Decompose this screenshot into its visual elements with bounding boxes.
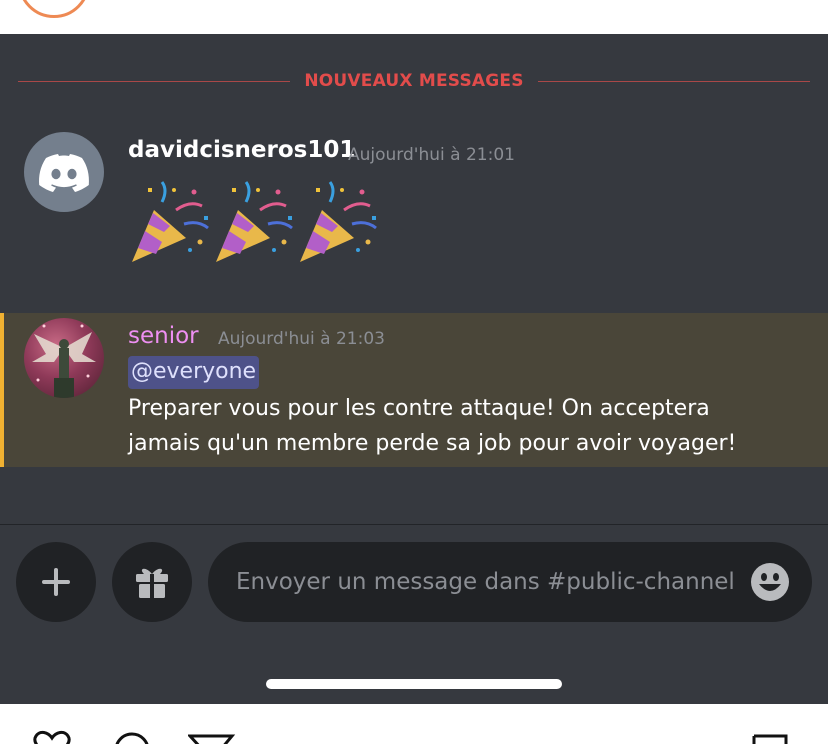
bookmark-icon[interactable] — [750, 730, 790, 744]
everyone-mention[interactable]: @everyone — [128, 356, 260, 389]
home-indicator[interactable] — [266, 679, 562, 689]
avatar-senior[interactable] — [24, 318, 104, 398]
new-messages-divider-line-right — [538, 81, 810, 82]
message-content-emoji — [128, 180, 388, 266]
message-text-line: Preparer vous pour les contre attaque! O… — [128, 396, 710, 421]
message-input[interactable] — [208, 542, 812, 622]
share-icon[interactable] — [188, 730, 236, 744]
discord-chat-view: NOUVEAUX MESSAGES davidcisneros101 Aujou… — [0, 34, 828, 704]
smiley-icon[interactable] — [750, 562, 790, 602]
party-popper-icon — [132, 181, 209, 262]
heart-icon[interactable] — [30, 730, 74, 744]
new-messages-divider-label: NOUVEAUX MESSAGES — [304, 71, 524, 91]
mention-highlight-bar — [0, 313, 4, 467]
gift-nitro-button[interactable] — [112, 542, 192, 622]
host-app-top-bar — [0, 0, 828, 34]
plus-icon — [42, 568, 70, 596]
discord-logo-icon — [39, 154, 89, 192]
story-avatar-ring[interactable] — [18, 0, 90, 18]
comment-icon[interactable] — [110, 730, 154, 744]
message-text-line: jamais qu'un membre perde sa job pour av… — [128, 431, 737, 456]
message-author[interactable]: davidcisneros101 — [128, 137, 355, 163]
composer-separator — [0, 524, 828, 525]
avatar-davidcisneros101[interactable] — [24, 132, 104, 212]
party-popper-icon — [300, 181, 377, 262]
add-attachment-button[interactable] — [16, 542, 96, 622]
message-timestamp: Aujourd'hui à 21:03 — [218, 329, 385, 349]
party-popper-icon — [216, 181, 293, 262]
gift-icon — [136, 568, 168, 598]
message-author[interactable]: senior — [128, 323, 199, 349]
message-timestamp: Aujourd'hui à 21:01 — [348, 145, 515, 165]
angel-statue-icon — [32, 324, 96, 398]
new-messages-divider-line-left — [18, 81, 290, 82]
host-app-bottom-bar — [0, 704, 828, 744]
